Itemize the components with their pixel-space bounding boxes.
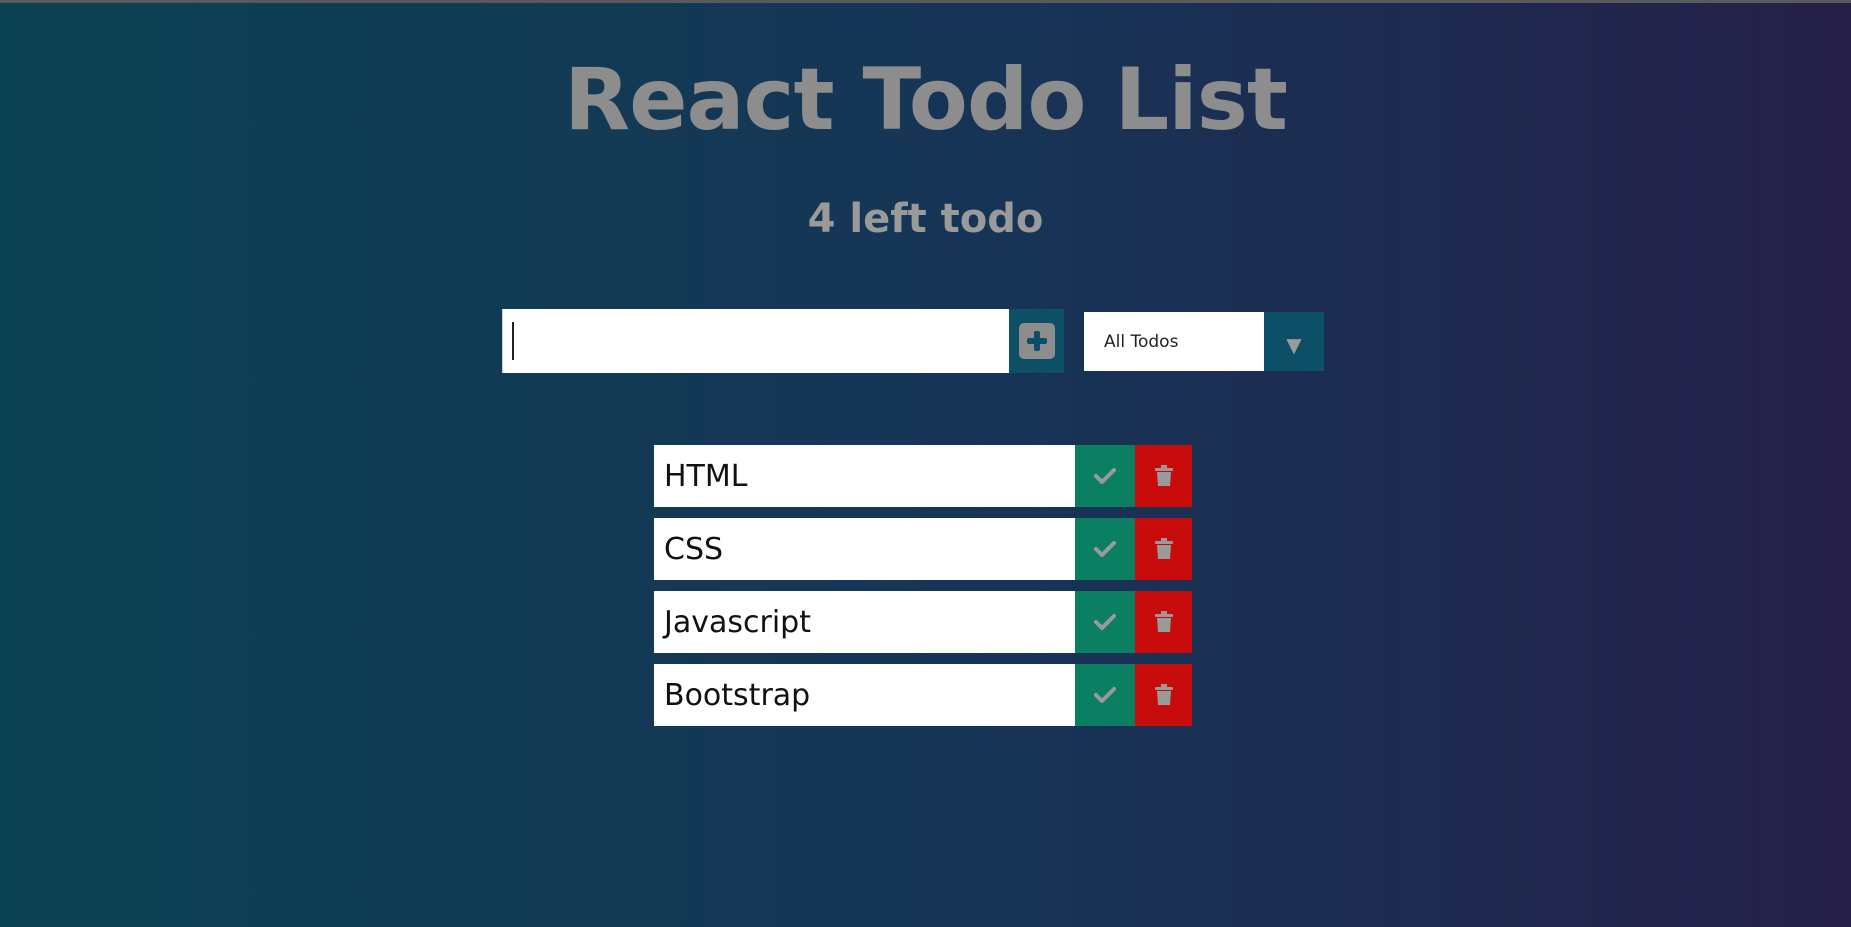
check-icon — [1094, 614, 1116, 630]
todo-text: Javascript — [654, 591, 1075, 653]
trash-icon — [1154, 538, 1173, 559]
trash-icon — [1154, 611, 1173, 632]
complete-button[interactable] — [1075, 591, 1135, 653]
add-todo-button[interactable] — [1009, 309, 1064, 373]
check-icon — [1094, 687, 1116, 703]
trash-icon — [1154, 465, 1173, 486]
check-icon — [1094, 541, 1116, 557]
todo-input[interactable] — [502, 309, 1009, 373]
todo-text: Bootstrap — [654, 664, 1075, 726]
delete-button[interactable] — [1135, 664, 1192, 726]
trash-icon — [1154, 684, 1173, 705]
todo-item: HTML — [654, 445, 1192, 507]
check-icon — [1094, 468, 1116, 484]
todo-list: HTML CSS Javascript Bootstrap — [654, 445, 1192, 737]
text-caret — [512, 322, 514, 360]
page-title: React Todo List — [563, 50, 1288, 150]
todo-left-count: 4 left todo — [807, 196, 1044, 242]
todo-item: CSS — [654, 518, 1192, 580]
filter-select[interactable]: All Todos ▼ — [1084, 312, 1324, 371]
todo-item: Javascript — [654, 591, 1192, 653]
filter-selected-value[interactable]: All Todos — [1084, 312, 1264, 371]
todo-text: HTML — [654, 445, 1075, 507]
delete-button[interactable] — [1135, 591, 1192, 653]
complete-button[interactable] — [1075, 518, 1135, 580]
todo-form — [502, 309, 1064, 373]
complete-button[interactable] — [1075, 664, 1135, 726]
todo-input-wrapper — [502, 309, 1009, 373]
delete-button[interactable] — [1135, 445, 1192, 507]
complete-button[interactable] — [1075, 445, 1135, 507]
todo-text: CSS — [654, 518, 1075, 580]
delete-button[interactable] — [1135, 518, 1192, 580]
triangle-down-icon[interactable]: ▼ — [1264, 312, 1324, 371]
todo-item: Bootstrap — [654, 664, 1192, 726]
plus-square-icon — [1018, 323, 1055, 359]
